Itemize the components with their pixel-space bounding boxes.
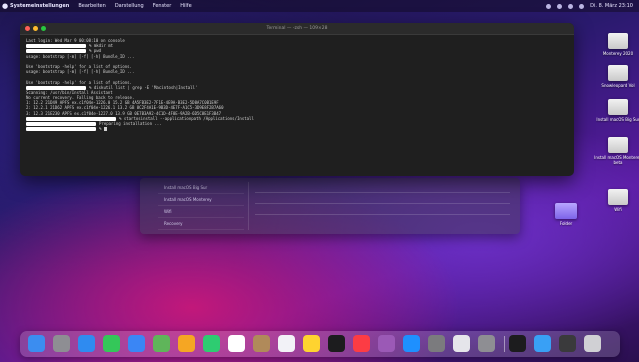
control-center-icon[interactable] [546, 3, 552, 9]
terminal-cursor [103, 127, 107, 132]
terminal-line-text: usage: bootstrap [-m] [-f] [-h] Bundle_I… [26, 69, 135, 75]
menu-app[interactable]: Systemeinstellungen [10, 0, 69, 12]
terminal-line-text: Preparing installation ... [99, 121, 162, 126]
messages-icon[interactable] [103, 335, 120, 352]
disk-icon [608, 33, 628, 49]
desktop-icon[interactable]: Install macOS Monterey beta [592, 134, 639, 165]
notes-icon[interactable] [303, 335, 320, 352]
dock-separator [504, 336, 505, 352]
terminal-line: % [26, 126, 568, 132]
disk-icon [608, 65, 628, 81]
desktop-icon-label: Install macOS Monterey beta [594, 155, 639, 165]
tv-icon[interactable] [328, 335, 345, 352]
safari-icon[interactable] [78, 335, 95, 352]
podcasts-icon[interactable] [378, 335, 395, 352]
contacts-icon[interactable] [253, 335, 270, 352]
menu-bar: ● Systemeinstellungen Bearbeiten Darstel… [0, 0, 639, 12]
background-window-pane [248, 182, 516, 230]
desktop-icon-label: Snowleopard Vol [601, 83, 635, 88]
folder-icon [555, 203, 577, 219]
background-window[interactable]: Install macOS Big Sur Install macOS Mont… [140, 178, 520, 234]
finder-icon[interactable] [28, 335, 45, 352]
terminal-window[interactable]: Terminal — -zsh — 109×28 Last login: Wed… [20, 23, 574, 176]
disk-icon [608, 189, 628, 205]
photos-icon[interactable] [178, 335, 195, 352]
disk-utility-icon[interactable] [453, 335, 470, 352]
reminders-icon[interactable] [278, 335, 295, 352]
desktop-icon-label: Install macOS Big Sur [596, 117, 639, 122]
system-preferences-icon[interactable] [428, 335, 445, 352]
maps-icon[interactable] [153, 335, 170, 352]
menu-window[interactable]: Fenster [153, 0, 172, 12]
mail-icon[interactable] [128, 335, 145, 352]
menu-edit[interactable]: Bearbeiten [78, 0, 105, 12]
menu-clock[interactable]: Di. 8. März 23:10 [590, 0, 633, 12]
redacted-text [26, 127, 96, 132]
music-icon[interactable] [353, 335, 370, 352]
background-window-list: Install macOS Big Sur Install macOS Mont… [158, 182, 244, 230]
apple-icon[interactable]: ● [0, 0, 10, 12]
search-icon[interactable] [568, 3, 574, 9]
disk-icon [608, 137, 628, 153]
desktop-icon-label: Folder [559, 221, 573, 226]
desktop-icon[interactable]: Folder [540, 200, 592, 226]
list-item[interactable]: Install macOS Big Sur [158, 182, 244, 194]
settings-cog-icon[interactable] [478, 335, 495, 352]
close-button[interactable] [25, 26, 30, 31]
downloads-folder-icon[interactable] [534, 335, 551, 352]
menu-view[interactable]: Darstellung [115, 0, 144, 12]
list-item[interactable]: Install macOS Monterey [158, 194, 244, 206]
list-item[interactable]: Recovery [158, 218, 244, 230]
desktop-icon-label: Wifi [614, 207, 622, 212]
desktop-icon[interactable]: Wifi [592, 186, 639, 212]
dock [20, 331, 620, 357]
siri-icon[interactable] [579, 3, 585, 9]
terminal-titlebar[interactable] [20, 23, 574, 35]
terminal-line-text: usage: bootstrap [-m] [-f] [-h] Bundle_I… [26, 53, 135, 59]
facetime-icon[interactable] [203, 335, 220, 352]
window-icon[interactable] [559, 335, 576, 352]
launchpad-icon[interactable] [53, 335, 70, 352]
terminal-output[interactable]: Last login: Wed Mar 9 00:08:10 on consol… [20, 35, 574, 134]
disk-icon [608, 99, 628, 115]
status-area: Di. 8. März 23:10 [546, 0, 639, 12]
desktop-icon[interactable]: Install macOS Big Sur [592, 96, 639, 122]
desktop-icon[interactable]: Snowleopard Vol [592, 62, 639, 88]
calendar-icon[interactable] [228, 335, 245, 352]
terminal-icon[interactable] [509, 335, 526, 352]
desktop-icon-label: Monterey 2020 [602, 51, 634, 56]
trash-icon[interactable] [584, 335, 601, 352]
wifi-icon[interactable] [557, 3, 563, 9]
minimize-button[interactable] [33, 26, 38, 31]
appstore-icon[interactable] [403, 335, 420, 352]
zoom-button[interactable] [41, 26, 46, 31]
desktop-icon[interactable]: Monterey 2020 [592, 30, 639, 56]
list-item[interactable]: Wifi [158, 206, 244, 218]
menu-help[interactable]: Hilfe [180, 0, 191, 12]
